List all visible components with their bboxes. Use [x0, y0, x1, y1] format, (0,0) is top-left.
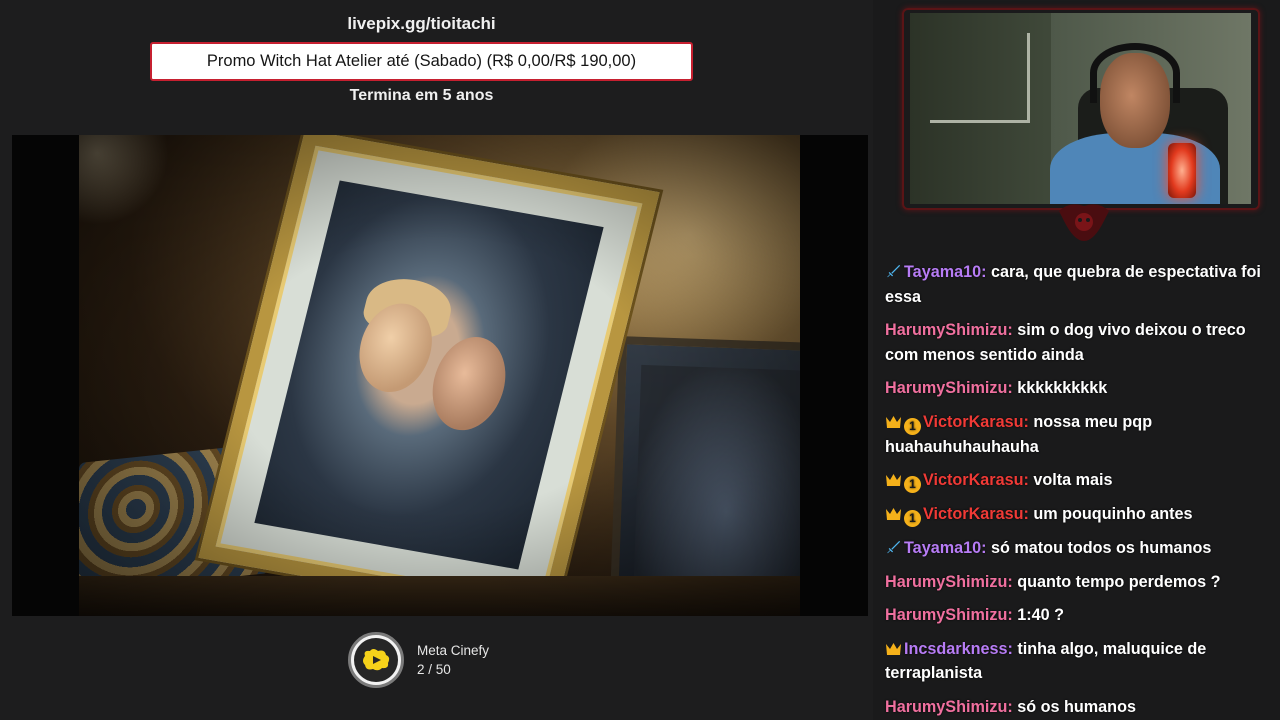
chat-text: um pouquinho antes	[1033, 505, 1193, 523]
chat-username[interactable]: Tayama10:	[904, 539, 987, 557]
chat-text: kkkkkkkkkk	[1017, 379, 1108, 397]
chat-username[interactable]: Incsdarkness:	[904, 640, 1013, 658]
video-frame-image	[79, 135, 800, 616]
video-player[interactable]	[12, 135, 868, 616]
webcam-feed	[910, 13, 1251, 204]
chat-list: Tayama10: cara, que quebra de espectativ…	[885, 260, 1270, 720]
livepix-url: livepix.gg/tioitachi	[347, 14, 496, 33]
sub-tier-one-badge-icon: 1	[904, 476, 921, 493]
emblem-icon	[1059, 204, 1109, 241]
chat-message: 1 VictorKarasu: um pouquinho antes	[885, 502, 1270, 527]
chat-username[interactable]: HarumyShimizu:	[885, 573, 1013, 591]
sword-badge-icon	[887, 540, 901, 554]
chat-message: Tayama10: cara, que quebra de espectativ…	[885, 260, 1270, 309]
chat-text: 1:40 ?	[1017, 606, 1065, 624]
chat-message: HarumyShimizu: 1:40 ?	[885, 603, 1270, 628]
chat-text: quanto tempo perdemos ?	[1017, 572, 1221, 591]
chat-message: HarumyShimizu: só os humanos	[885, 695, 1270, 720]
chat-message: Tayama10: só matou todos os humanos	[885, 536, 1270, 561]
meta-title: Meta Cinefy	[417, 643, 490, 658]
crown-badge-icon	[886, 474, 901, 486]
chat-username[interactable]: Tayama10:	[904, 263, 987, 281]
sword-badge-icon	[887, 264, 901, 278]
chat-username[interactable]: VictorKarasu:	[923, 471, 1029, 489]
crown-badge-icon	[886, 508, 901, 520]
cinefy-play-icon	[348, 632, 404, 688]
chat-message: HarumyShimizu: sim o dog vivo deixou o t…	[885, 318, 1270, 367]
chat-username[interactable]: HarumyShimizu:	[885, 698, 1013, 716]
chat-text: volta mais	[1033, 471, 1113, 489]
chat-message: HarumyShimizu: kkkkkkkkkk	[885, 376, 1270, 401]
chat-message: Incsdarkness: tinha algo, maluquice de t…	[885, 637, 1270, 686]
crown-badge-icon	[886, 642, 901, 655]
promo-goal-text: Promo Witch Hat Atelier até (Sabado) (R$…	[206, 52, 637, 70]
sub-tier-one-badge-icon: 1	[904, 417, 921, 435]
meta-cinefy-widget: Meta Cinefy 2 / 50	[348, 632, 489, 688]
chat-username[interactable]: HarumyShimizu:	[885, 321, 1013, 339]
promo-goal-box: Promo Witch Hat Atelier até (Sabado) (R$…	[150, 42, 693, 81]
chat-username[interactable]: HarumyShimizu:	[885, 606, 1013, 624]
chat-text: só matou todos os humanos	[991, 539, 1212, 557]
crown-badge-icon	[886, 415, 901, 428]
promo-ends-text: Termina em 5 anos	[349, 87, 494, 104]
chat-username[interactable]: VictorKarasu:	[923, 413, 1029, 431]
sub-tier-one-badge-icon: 1	[904, 510, 921, 527]
chat-username[interactable]: HarumyShimizu:	[885, 379, 1013, 397]
chat-message: HarumyShimizu: quanto tempo perdemos ?	[885, 570, 1270, 595]
chat-username[interactable]: VictorKarasu:	[923, 505, 1029, 523]
chat-text: só os humanos	[1017, 697, 1136, 716]
chat-message: 1 VictorKarasu: nossa meu pqp huahauhuhau…	[885, 410, 1270, 460]
meta-progress: 2 / 50	[417, 662, 451, 677]
chat-message: 1 VictorKarasu: volta mais	[885, 468, 1270, 493]
